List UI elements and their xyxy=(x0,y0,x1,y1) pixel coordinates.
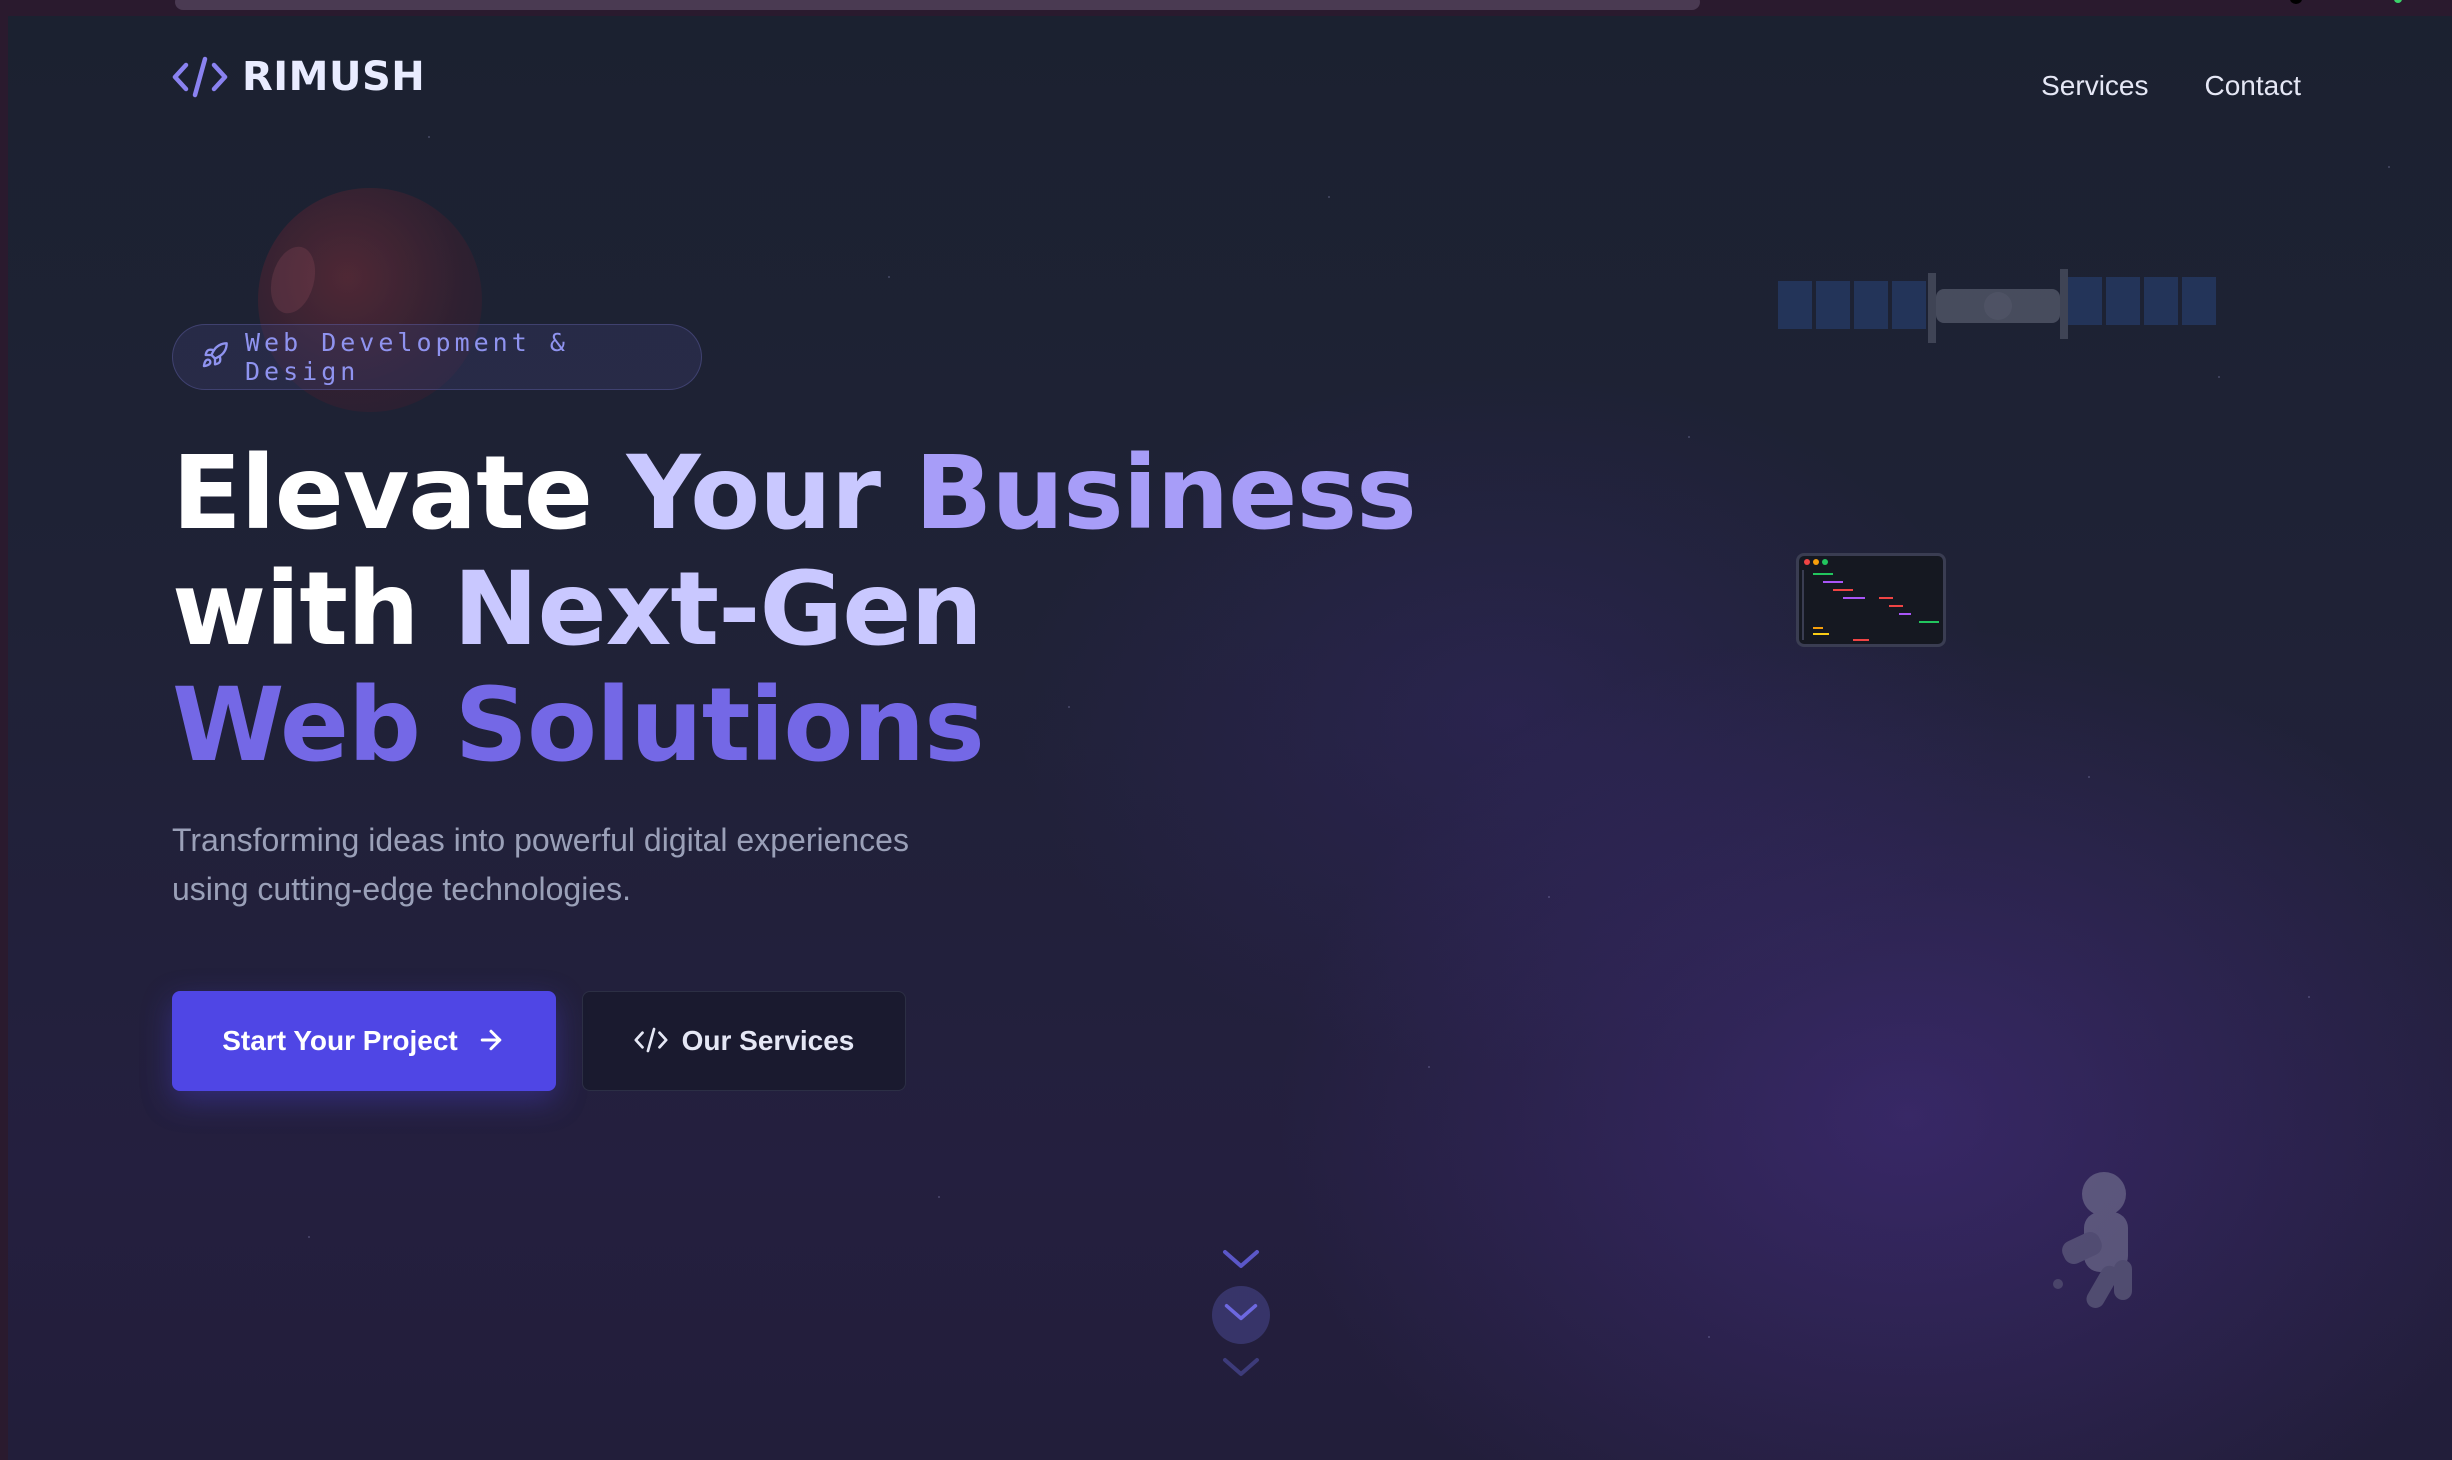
star-decoration xyxy=(2088,776,2090,778)
subtitle-line: using cutting-edge technologies. xyxy=(172,871,631,907)
code-brackets-icon xyxy=(172,55,228,99)
headline-line-1: Elevate Your Business xyxy=(172,434,1417,553)
star-decoration xyxy=(938,1196,940,1198)
scroll-down-button[interactable] xyxy=(1212,1286,1270,1344)
star-decoration xyxy=(1708,1336,1710,1338)
star-decoration xyxy=(1428,1066,1430,1068)
start-project-button[interactable]: Start Your Project xyxy=(172,991,556,1091)
code-brackets-icon xyxy=(634,1026,668,1057)
browser-indicator-green xyxy=(2394,0,2402,3)
satellite-illustration xyxy=(1778,251,2218,365)
headline-word: with xyxy=(172,550,454,669)
astronaut-illustration xyxy=(2018,1166,2148,1352)
brand-name: RIMUSH xyxy=(242,54,426,100)
chevron-down-icon xyxy=(1221,1248,1261,1276)
chevron-down-icon xyxy=(1221,1356,1261,1384)
button-label: Start Your Project xyxy=(222,1025,458,1056)
category-badge: Web Development & Design xyxy=(172,324,702,390)
arrow-right-icon xyxy=(476,1025,506,1058)
star-decoration xyxy=(2218,376,2220,378)
button-label: Our Services xyxy=(681,1025,855,1056)
subtitle-line: Transforming ideas into powerful digital… xyxy=(172,822,909,858)
headline-line-3: Web Solutions xyxy=(172,666,985,785)
nav-link-contact[interactable]: Contact xyxy=(2205,70,2302,102)
headline-word: Elevate xyxy=(172,434,627,553)
planet-crater xyxy=(263,241,323,319)
browser-address-bar[interactable] xyxy=(175,0,1700,10)
star-decoration xyxy=(888,276,890,278)
headline-line-2: with Next-Gen xyxy=(172,552,1416,668)
badge-label: Web Development & Design xyxy=(245,328,569,386)
browser-indicator-dark xyxy=(2290,0,2302,4)
scroll-down-indicator[interactable] xyxy=(1206,1248,1276,1384)
browser-chrome-strip xyxy=(0,0,2452,16)
star-decoration xyxy=(1548,896,1550,898)
star-decoration xyxy=(308,1236,310,1238)
star-decoration xyxy=(2308,996,2310,998)
headline-word: Next-Gen xyxy=(453,550,983,669)
star-decoration xyxy=(2388,166,2390,168)
rocket-icon xyxy=(201,341,229,373)
hero-section: RIMUSH Services Contact Web Development … xyxy=(8,16,2452,1460)
nav-link-services[interactable]: Services xyxy=(2041,70,2148,102)
chevron-down-icon xyxy=(1223,1302,1259,1328)
headline-word: Business xyxy=(914,434,1417,553)
star-decoration xyxy=(428,136,430,138)
brand-logo[interactable]: RIMUSH xyxy=(172,54,425,100)
star-decoration xyxy=(1328,196,1330,198)
hero-headline: Elevate Your Business with Next-Gen Web … xyxy=(172,434,1417,785)
headline-word: Your xyxy=(626,434,915,553)
our-services-button[interactable]: Our Services xyxy=(582,991,906,1091)
code-window-illustration xyxy=(1796,553,1946,647)
main-nav: Services Contact xyxy=(2041,70,2301,102)
star-decoration xyxy=(1688,436,1690,438)
hero-subtitle: Transforming ideas into powerful digital… xyxy=(172,816,992,914)
